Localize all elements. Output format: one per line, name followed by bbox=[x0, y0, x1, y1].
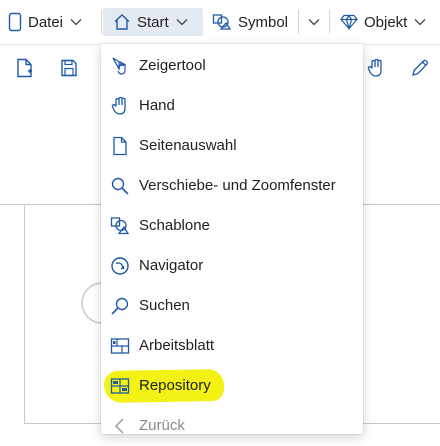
diamond-icon bbox=[340, 14, 358, 30]
chevron-down-icon bbox=[70, 19, 82, 26]
tab-datei[interactable]: Datei bbox=[8, 8, 82, 36]
tab-objekt-label: Objekt bbox=[364, 13, 408, 31]
start-dropdown-menu: Zeigertool Hand Seitenauswahl Verschiebe… bbox=[101, 44, 363, 434]
chevron-down-icon bbox=[414, 19, 426, 26]
menu-item-zoomfenster[interactable]: Verschiebe- und Zoomfenster bbox=[101, 166, 363, 206]
stencil-icon bbox=[110, 217, 130, 235]
menu-item-hand[interactable]: Hand bbox=[101, 86, 363, 126]
back-chevron-icon bbox=[114, 418, 124, 434]
menu-item-label: Verschiebe- und Zoomfenster bbox=[139, 177, 336, 194]
search-icon bbox=[111, 297, 129, 315]
tab-objekt[interactable]: Objekt bbox=[340, 8, 426, 36]
menu-item-label: Schablone bbox=[139, 217, 210, 234]
canvas-divider bbox=[363, 204, 440, 205]
save-icon[interactable] bbox=[60, 58, 78, 78]
tab-start-label: Start bbox=[137, 13, 169, 31]
pen-icon[interactable] bbox=[410, 58, 430, 78]
menu-item-label: Seitenauswahl bbox=[139, 137, 237, 154]
menu-item-arbeitsblatt[interactable]: Arbeitsblatt bbox=[101, 326, 363, 366]
tab-start[interactable]: Start bbox=[103, 8, 203, 36]
page-icon bbox=[113, 136, 127, 156]
canvas-divider bbox=[0, 204, 101, 205]
ribbon-tab-bar: Datei Start Symbol Objekt bbox=[0, 0, 440, 45]
tab-symbol[interactable]: Symbol bbox=[212, 8, 288, 36]
tab-datei-label: Datei bbox=[28, 13, 64, 31]
menu-item-label: Zurück bbox=[139, 417, 185, 434]
ribbon-divider bbox=[101, 10, 102, 34]
repository-icon bbox=[110, 378, 130, 394]
menu-item-zeigertool[interactable]: Zeigertool bbox=[101, 46, 363, 86]
menu-item-seitenauswahl[interactable]: Seitenauswahl bbox=[101, 126, 363, 166]
menu-item-label: Repository bbox=[139, 377, 211, 394]
new-document-icon[interactable] bbox=[16, 58, 34, 78]
menu-item-label: Zeigertool bbox=[139, 57, 206, 74]
file-icon bbox=[8, 12, 22, 32]
ribbon-divider bbox=[329, 10, 330, 34]
menu-item-repository[interactable]: Repository bbox=[101, 366, 363, 406]
menu-item-suchen[interactable]: Suchen bbox=[101, 286, 363, 326]
menu-item-label: Navigator bbox=[139, 257, 204, 274]
chevron-down-icon[interactable] bbox=[308, 18, 320, 26]
canvas-border bbox=[363, 423, 440, 424]
menu-item-label: Hand bbox=[139, 97, 175, 114]
magnifier-icon bbox=[111, 177, 129, 195]
ribbon-divider bbox=[298, 10, 299, 34]
home-icon bbox=[114, 14, 130, 30]
tab-symbol-label: Symbol bbox=[238, 13, 289, 31]
navigator-icon bbox=[111, 257, 129, 275]
menu-item-label: Arbeitsblatt bbox=[139, 337, 215, 354]
worksheet-icon bbox=[110, 338, 130, 354]
hand-icon[interactable] bbox=[366, 58, 386, 78]
diagram-shape bbox=[81, 282, 103, 324]
menu-item-schablone[interactable]: Schablone bbox=[101, 206, 363, 246]
stencil-icon bbox=[212, 14, 232, 30]
canvas-border bbox=[24, 204, 25, 424]
pointer-icon bbox=[112, 57, 127, 75]
chevron-down-icon bbox=[176, 19, 188, 26]
menu-item-navigator[interactable]: Navigator bbox=[101, 246, 363, 286]
menu-item-zurueck[interactable]: Zurück bbox=[101, 406, 363, 446]
menu-item-label: Suchen bbox=[139, 297, 190, 314]
hand-icon bbox=[111, 96, 126, 115]
canvas-border bbox=[24, 423, 101, 424]
